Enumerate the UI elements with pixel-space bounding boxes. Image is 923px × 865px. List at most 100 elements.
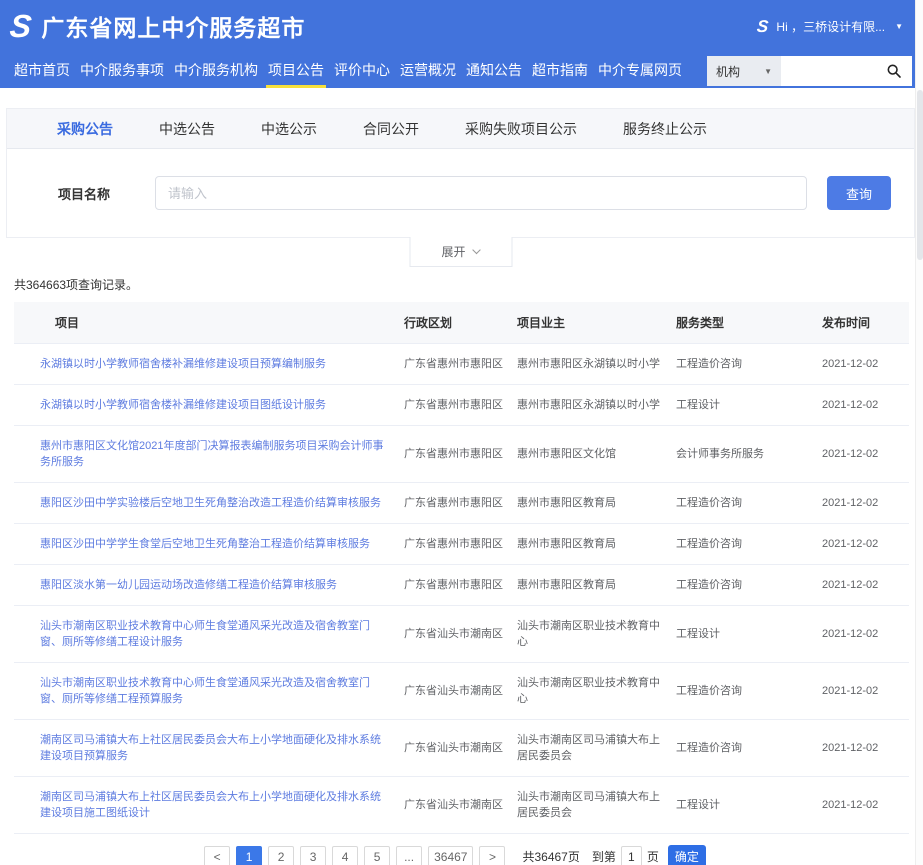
project-link[interactable]: 惠州市惠阳区文化馆2021年度部门决算报表编制服务项目采购会计师事务所服务: [40, 440, 383, 468]
next-page-button[interactable]: >: [479, 846, 505, 865]
region-cell: 广东省惠州市惠阳区: [404, 495, 517, 511]
service-type-cell: 工程设计: [676, 626, 822, 642]
project-link[interactable]: 永湖镇以时小学教师宿舍楼补漏维修建设项目图纸设计服务: [40, 399, 326, 411]
project-name-input[interactable]: [155, 176, 807, 210]
tab[interactable]: 采购失败项目公示: [465, 119, 577, 139]
region-cell: 广东省惠州市惠阳区: [404, 397, 517, 413]
tab[interactable]: 采购公告: [57, 119, 113, 139]
table-body: 永湖镇以时小学教师宿舍楼补漏维修建设项目预算编制服务 广东省惠州市惠阳区 惠州市…: [14, 344, 909, 834]
goto-page-input[interactable]: [621, 846, 642, 865]
search-icon: [886, 63, 902, 79]
column-header-service-type: 服务类型: [676, 314, 822, 331]
table-row: 惠阳区沙田中学实验楼后空地卫生死角整治改造工程造价结算审核服务 广东省惠州市惠阳…: [14, 483, 909, 524]
announcement-card: 采购公告中选公告中选公示合同公开采购失败项目公示服务终止公示 项目名称 查询 展…: [6, 108, 915, 238]
region-cell: 广东省惠州市惠阳区: [404, 577, 517, 593]
project-link[interactable]: 汕头市潮南区职业技术教育中心师生食堂通风采光改造及宿舍教室门窗、厕所等修缮工程设…: [40, 620, 370, 648]
table-row: 汕头市潮南区职业技术教育中心师生食堂通风采光改造及宿舍教室门窗、厕所等修缮工程预…: [14, 663, 909, 720]
expand-label: 展开: [441, 243, 465, 260]
chevron-down-icon: ▼: [895, 22, 903, 31]
publish-date-cell: 2021-12-02: [822, 356, 909, 372]
scrollbar-thumb[interactable]: [917, 90, 923, 260]
publish-date-cell: 2021-12-02: [822, 446, 909, 462]
tab-strip: 采购公告 中选公告 中选公示 合同公开 采购失败项目公示 服务终止公示: [7, 109, 914, 149]
page-number-button[interactable]: 1: [236, 846, 262, 865]
page-number-button[interactable]: 3: [300, 846, 326, 865]
header-search-input[interactable]: [781, 56, 876, 86]
search-category-select[interactable]: 机构 ▼: [707, 56, 781, 86]
page-number-button[interactable]: 36467: [428, 846, 473, 865]
region-cell: 广东省惠州市惠阳区: [404, 356, 517, 372]
nav-item[interactable]: 超市首页: [9, 52, 75, 88]
owner-cell: 汕头市潮南区职业技术教育中心: [517, 675, 676, 707]
goto-page-label: 到第: [592, 848, 616, 865]
table-row: 永湖镇以时小学教师宿舍楼补漏维修建设项目预算编制服务 广东省惠州市惠阳区 惠州市…: [14, 344, 909, 385]
publish-date-cell: 2021-12-02: [822, 577, 909, 593]
owner-cell: 惠州市惠阳区教育局: [517, 577, 676, 593]
pagination: < 12345... 36467 > 共36467页 到第 页 确定: [0, 845, 907, 865]
service-type-cell: 工程造价咨询: [676, 577, 822, 593]
project-link[interactable]: 惠阳区沙田中学学生食堂后空地卫生死角整治工程造价结算审核服务: [40, 538, 370, 550]
service-type-cell: 工程设计: [676, 397, 822, 413]
prev-page-button[interactable]: <: [204, 846, 230, 865]
query-button[interactable]: 查询: [827, 176, 891, 210]
page: S 广东省网上中介服务超市 S Hi ，三桥设计有限... ▼ 超市首页中介服务…: [0, 0, 923, 865]
table-row: 汕头市潮南区职业技术教育中心师生食堂通风采光改造及宿舍教室门窗、厕所等修缮工程设…: [14, 606, 909, 663]
project-link[interactable]: 潮南区司马浦镇大布上社区居民委员会大布上小学地面硬化及排水系统建设项目施工图纸设…: [40, 791, 381, 819]
owner-cell: 汕头市潮南区职业技术教育中心: [517, 618, 676, 650]
project-link[interactable]: 惠阳区沙田中学实验楼后空地卫生死角整治改造工程造价结算审核服务: [40, 497, 381, 509]
site-brand[interactable]: S 广东省网上中介服务超市: [10, 9, 305, 43]
confirm-button[interactable]: 确定: [668, 845, 706, 865]
tab[interactable]: 服务终止公示: [623, 119, 707, 139]
service-type-cell: 工程造价咨询: [676, 356, 822, 372]
region-cell: 广东省汕头市潮南区: [404, 797, 517, 813]
nav-item[interactable]: 中介服务事项: [75, 52, 169, 88]
region-cell: 广东省汕头市潮南区: [404, 740, 517, 756]
nav-item[interactable]: 超市指南: [527, 52, 593, 88]
publish-date-cell: 2021-12-02: [822, 797, 909, 813]
nav-item[interactable]: 评价中心: [329, 52, 395, 88]
nav-item[interactable]: 中介服务机构: [169, 52, 263, 88]
service-type-cell: 工程造价咨询: [676, 740, 822, 756]
nav-item[interactable]: 中介专属网页: [593, 52, 687, 88]
page-number-button[interactable]: 2: [268, 846, 294, 865]
tab[interactable]: 合同公开: [363, 119, 419, 139]
project-link[interactable]: 惠阳区淡水第一幼儿园运动场改造修缮工程造价结算审核服务: [40, 579, 337, 591]
publish-date-cell: 2021-12-02: [822, 495, 909, 511]
project-link[interactable]: 潮南区司马浦镇大布上社区居民委员会大布上小学地面硬化及排水系统建设项目预算服务: [40, 734, 381, 762]
tab[interactable]: 中选公示: [261, 119, 317, 139]
nav-items: 超市首页中介服务事项中介服务机构项目公告评价中心运营概况通知公告超市指南中介专属…: [9, 52, 687, 88]
search-button[interactable]: [876, 56, 912, 86]
total-pages-label: 共36467页: [522, 848, 579, 865]
publish-date-cell: 2021-12-02: [822, 536, 909, 552]
service-type-cell: 工程造价咨询: [676, 683, 822, 699]
owner-cell: 汕头市潮南区司马浦镇大布上居民委员会: [517, 789, 676, 821]
results-table: 项目 行政区划 项目业主 服务类型 发布时间 永湖镇以时小学教师宿舍楼补漏维修建…: [14, 302, 909, 834]
service-type-cell: 工程造价咨询: [676, 495, 822, 511]
owner-cell: 汕头市潮南区司马浦镇大布上居民委员会: [517, 732, 676, 764]
owner-cell: 惠州市惠阳区教育局: [517, 495, 676, 511]
table-row: 惠阳区沙田中学学生食堂后空地卫生死角整治工程造价结算审核服务 广东省惠州市惠阳区…: [14, 524, 909, 565]
publish-date-cell: 2021-12-02: [822, 626, 909, 642]
nav-item[interactable]: 项目公告: [263, 52, 329, 88]
page-number-button[interactable]: ...: [396, 846, 422, 865]
publish-date-cell: 2021-12-02: [822, 683, 909, 699]
main-nav: 超市首页中介服务事项中介服务机构项目公告评价中心运营概况通知公告超市指南中介专属…: [0, 52, 915, 88]
project-name-label: 项目名称: [58, 184, 155, 203]
table-row: 潮南区司马浦镇大布上社区居民委员会大布上小学地面硬化及排水系统建设项目施工图纸设…: [14, 777, 909, 834]
nav-item[interactable]: 通知公告: [461, 52, 527, 88]
column-header-owner: 项目业主: [517, 314, 676, 331]
project-link[interactable]: 永湖镇以时小学教师宿舍楼补漏维修建设项目预算编制服务: [40, 358, 326, 370]
scrollbar[interactable]: [915, 0, 923, 865]
site-logo-icon: S: [8, 10, 33, 42]
publish-date-cell: 2021-12-02: [822, 397, 909, 413]
project-link[interactable]: 汕头市潮南区职业技术教育中心师生食堂通风采光改造及宿舍教室门窗、厕所等修缮工程预…: [40, 677, 370, 705]
user-menu[interactable]: S Hi ，三桥设计有限... ▼: [757, 18, 903, 35]
region-cell: 广东省惠州市惠阳区: [404, 446, 517, 462]
chevron-down-icon: [472, 246, 480, 254]
goto-page-suffix-label: 页: [647, 848, 659, 865]
tab[interactable]: 中选公告: [159, 119, 215, 139]
nav-item[interactable]: 运营概况: [395, 52, 461, 88]
page-number-button[interactable]: 4: [332, 846, 358, 865]
expand-toggle[interactable]: 展开: [409, 237, 512, 267]
page-number-button[interactable]: 5: [364, 846, 390, 865]
